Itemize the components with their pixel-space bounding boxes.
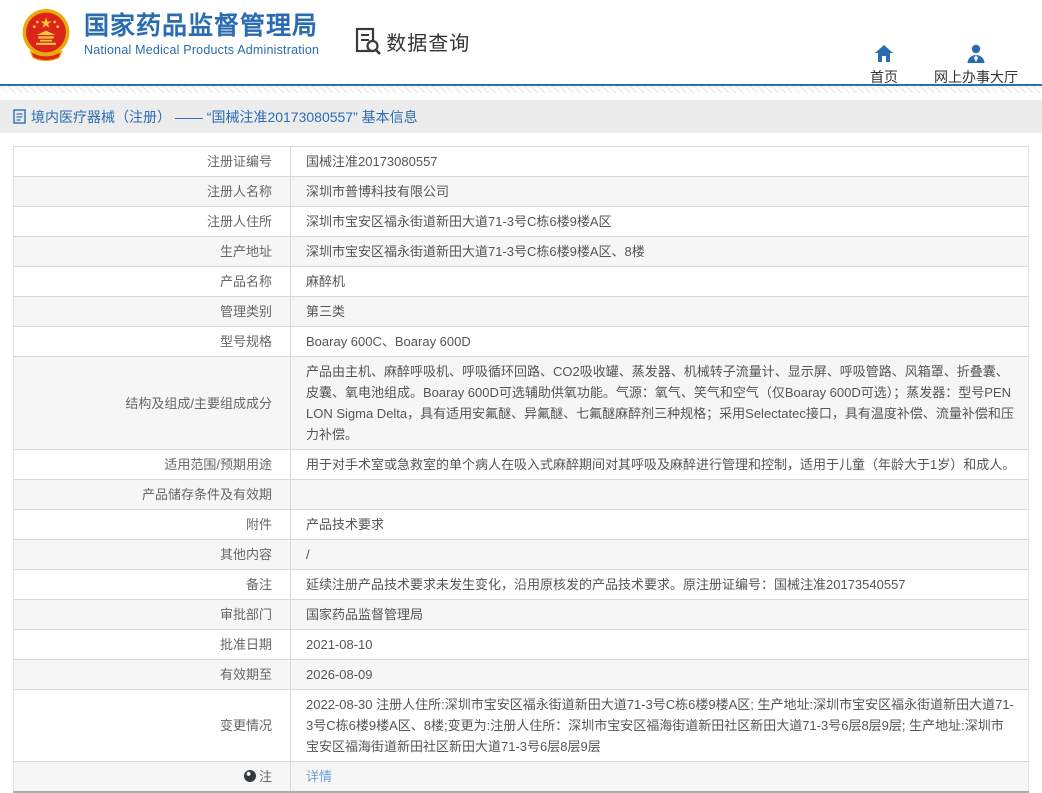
row-value: 深圳市普博科技有限公司 — [291, 177, 1029, 207]
data-query-label: 数据查询 — [386, 27, 470, 56]
table-row: 产品储存条件及有效期 — [14, 480, 1029, 510]
row-value: 国械注准20173080557 — [291, 147, 1029, 177]
table-row: 注详情 — [14, 762, 1029, 793]
table-row: 有效期至2026-08-09 — [14, 660, 1029, 690]
header-nav: 首页 网上办事大厅 — [870, 44, 1018, 87]
site-logo-text: 国家药品监督管理局 National Medical Products Admi… — [84, 13, 319, 57]
data-query-button[interactable]: 数据查询 — [353, 26, 470, 56]
nav-online-hall[interactable]: 网上办事大厅 — [934, 44, 1018, 87]
table-row: 注册人名称深圳市普博科技有限公司 — [14, 177, 1029, 207]
header-hatch-divider — [0, 86, 1042, 93]
document-search-icon — [353, 26, 383, 56]
row-value — [291, 480, 1029, 510]
row-value: 详情 — [291, 762, 1029, 793]
registration-info-table: 注册证编号国械注准20173080557注册人名称深圳市普博科技有限公司注册人住… — [13, 146, 1029, 793]
row-label: 其他内容 — [14, 540, 291, 570]
row-label: 注 — [14, 762, 291, 793]
table-row: 审批部门国家药品监督管理局 — [14, 600, 1029, 630]
table-row: 适用范围/预期用途用于对手术室或急救室的单个病人在吸入式麻醉期间对其呼吸及麻醉进… — [14, 450, 1029, 480]
row-label: 有效期至 — [14, 660, 291, 690]
table-row: 结构及组成/主要组成成分产品由主机、麻醉呼吸机、呼吸循环回路、CO2吸收罐、蒸发… — [14, 357, 1029, 450]
home-icon — [874, 44, 894, 64]
table-row: 批准日期2021-08-10 — [14, 630, 1029, 660]
row-value: 深圳市宝安区福永街道新田大道71-3号C栋6楼9楼A区、8楼 — [291, 237, 1029, 267]
nav-online-hall-label: 网上办事大厅 — [934, 67, 1018, 87]
china-national-emblem-icon — [20, 8, 72, 62]
row-value: 深圳市宝安区福永街道新田大道71-3号C栋6楼9楼A区 — [291, 207, 1029, 237]
row-value: 产品由主机、麻醉呼吸机、呼吸循环回路、CO2吸收罐、蒸发器、机械转子流量计、显示… — [291, 357, 1029, 450]
person-icon — [966, 44, 986, 64]
row-value: 2022-08-30 注册人住所:深圳市宝安区福永街道新田大道71-3号C栋6楼… — [291, 690, 1029, 762]
nav-home[interactable]: 首页 — [870, 44, 898, 87]
page-title: 境内医疗器械（注册） —— “国械注准20173080557” 基本信息 — [31, 107, 418, 127]
site-header: 国家药品监督管理局 National Medical Products Admi… — [0, 0, 1042, 86]
table-row: 备注延续注册产品技术要求未发生变化，沿用原核发的产品技术要求。原注册证编号：国械… — [14, 570, 1029, 600]
note-icon — [244, 770, 256, 782]
table-row: 附件产品技术要求 — [14, 510, 1029, 540]
row-label: 注册人住所 — [14, 207, 291, 237]
row-label: 结构及组成/主要组成成分 — [14, 357, 291, 450]
table-row: 变更情况2022-08-30 注册人住所:深圳市宝安区福永街道新田大道71-3号… — [14, 690, 1029, 762]
site-subtitle: National Medical Products Administration — [84, 43, 319, 57]
row-value: / — [291, 540, 1029, 570]
row-value: 国家药品监督管理局 — [291, 600, 1029, 630]
table-row: 型号规格Boaray 600C、Boaray 600D — [14, 327, 1029, 357]
table-row: 其他内容/ — [14, 540, 1029, 570]
row-label: 备注 — [14, 570, 291, 600]
row-label: 型号规格 — [14, 327, 291, 357]
row-value: 2021-08-10 — [291, 630, 1029, 660]
table-row: 注册人住所深圳市宝安区福永街道新田大道71-3号C栋6楼9楼A区 — [14, 207, 1029, 237]
row-label: 注册证编号 — [14, 147, 291, 177]
row-label: 适用范围/预期用途 — [14, 450, 291, 480]
row-label: 附件 — [14, 510, 291, 540]
row-label: 审批部门 — [14, 600, 291, 630]
info-table-body: 注册证编号国械注准20173080557注册人名称深圳市普博科技有限公司注册人住… — [14, 147, 1029, 793]
row-label: 批准日期 — [14, 630, 291, 660]
row-value: 麻醉机 — [291, 267, 1029, 297]
table-row: 产品名称麻醉机 — [14, 267, 1029, 297]
row-value: 产品技术要求 — [291, 510, 1029, 540]
row-label: 管理类别 — [14, 297, 291, 327]
page-title-bar: 境内医疗器械（注册） —— “国械注准20173080557” 基本信息 — [0, 100, 1042, 133]
table-row: 生产地址深圳市宝安区福永街道新田大道71-3号C栋6楼9楼A区、8楼 — [14, 237, 1029, 267]
table-row: 管理类别第三类 — [14, 297, 1029, 327]
detail-link[interactable]: 详情 — [306, 769, 332, 784]
row-value: 2026-08-09 — [291, 660, 1029, 690]
row-label: 产品名称 — [14, 267, 291, 297]
nav-home-label: 首页 — [870, 67, 898, 87]
table-row: 注册证编号国械注准20173080557 — [14, 147, 1029, 177]
row-value: 延续注册产品技术要求未发生变化，沿用原核发的产品技术要求。原注册证编号：国械注准… — [291, 570, 1029, 600]
document-icon — [13, 109, 26, 124]
row-label: 注册人名称 — [14, 177, 291, 207]
row-label: 生产地址 — [14, 237, 291, 267]
row-label: 变更情况 — [14, 690, 291, 762]
row-value: 用于对手术室或急救室的单个病人在吸入式麻醉期间对其呼吸及麻醉进行管理和控制，适用… — [291, 450, 1029, 480]
row-label: 产品储存条件及有效期 — [14, 480, 291, 510]
row-value: Boaray 600C、Boaray 600D — [291, 327, 1029, 357]
row-value: 第三类 — [291, 297, 1029, 327]
site-title: 国家药品监督管理局 — [84, 13, 319, 39]
